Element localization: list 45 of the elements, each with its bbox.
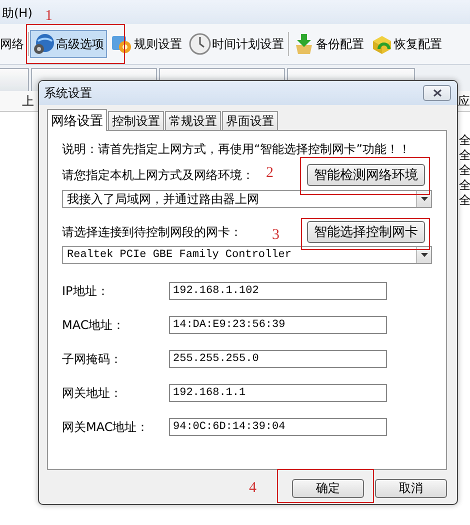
input-field[interactable]: 192.168.1.1 [169,384,387,402]
annotation-number: 3 [272,228,280,243]
close-icon [432,88,442,96]
tab[interactable]: 常规设置 [165,111,221,130]
field-label: 请您指定本机上网方式及网络环境： [62,166,254,184]
clock-icon [189,33,211,55]
close-button[interactable] [423,85,451,101]
dropdown[interactable]: Realtek PCIe GBE Family Controller [62,246,432,264]
toolbar-button[interactable]: 网络 [0,30,27,58]
toolbar-button[interactable]: 高级选项 [30,30,107,58]
column-header: 应 [458,92,470,110]
annotation-number: 2 [266,166,274,181]
toolbar-button[interactable]: 时间计划设置 [186,30,287,58]
dropdown-arrow-icon [420,197,428,201]
input-field[interactable]: 94:0C:6D:14:39:04 [169,418,387,436]
column-header: 上 [22,92,34,110]
toolbar-button[interactable]: 备份配置 [290,30,367,58]
field-label: 网关MAC地址： [62,418,150,436]
action-button[interactable]: 智能选择控制网卡 [307,221,425,243]
toolbar-button[interactable]: 恢复配置 [368,30,445,58]
input-field[interactable]: 255.255.255.0 [169,350,387,368]
field-label: MAC地址： [62,316,126,334]
action-button[interactable]: 智能检测网络环境 [307,164,425,186]
toolbar-button[interactable]: 规则设置 [108,30,185,58]
refresh-box-icon [371,33,393,55]
tab[interactable]: 网络设置 [47,109,107,131]
field-label: 请选择连接到待控制网段的网卡： [62,224,242,240]
annotation-number: 1 [45,9,52,24]
dropdown-arrow-icon [420,253,428,257]
tab[interactable]: 界面设置 [222,111,278,130]
dropdown[interactable]: 我接入了局域网，并通过路由器上网 [62,190,432,208]
globe-icon [33,33,55,55]
annotation-number: 4 [249,481,256,496]
input-field[interactable]: 192.168.1.102 [169,282,387,300]
field-label: 网关地址： [62,384,123,402]
tab[interactable]: 控制设置 [108,111,164,130]
dialog-button[interactable]: 确定 [292,479,364,498]
field-label: 子网掩码： [62,350,123,368]
instruction-text: 说明：请首先指定上网方式，再使用“智能选择控制网卡”功能！！ [62,141,412,158]
window-title: 系统设置 [44,84,92,102]
field-label: IP地址： [62,282,110,300]
menu-item[interactable]: 助(H) [0,4,34,22]
input-field[interactable]: 14:DA:E9:23:56:39 [169,316,387,334]
download-box-icon [293,33,315,55]
dialog-button[interactable]: 取消 [375,479,447,498]
